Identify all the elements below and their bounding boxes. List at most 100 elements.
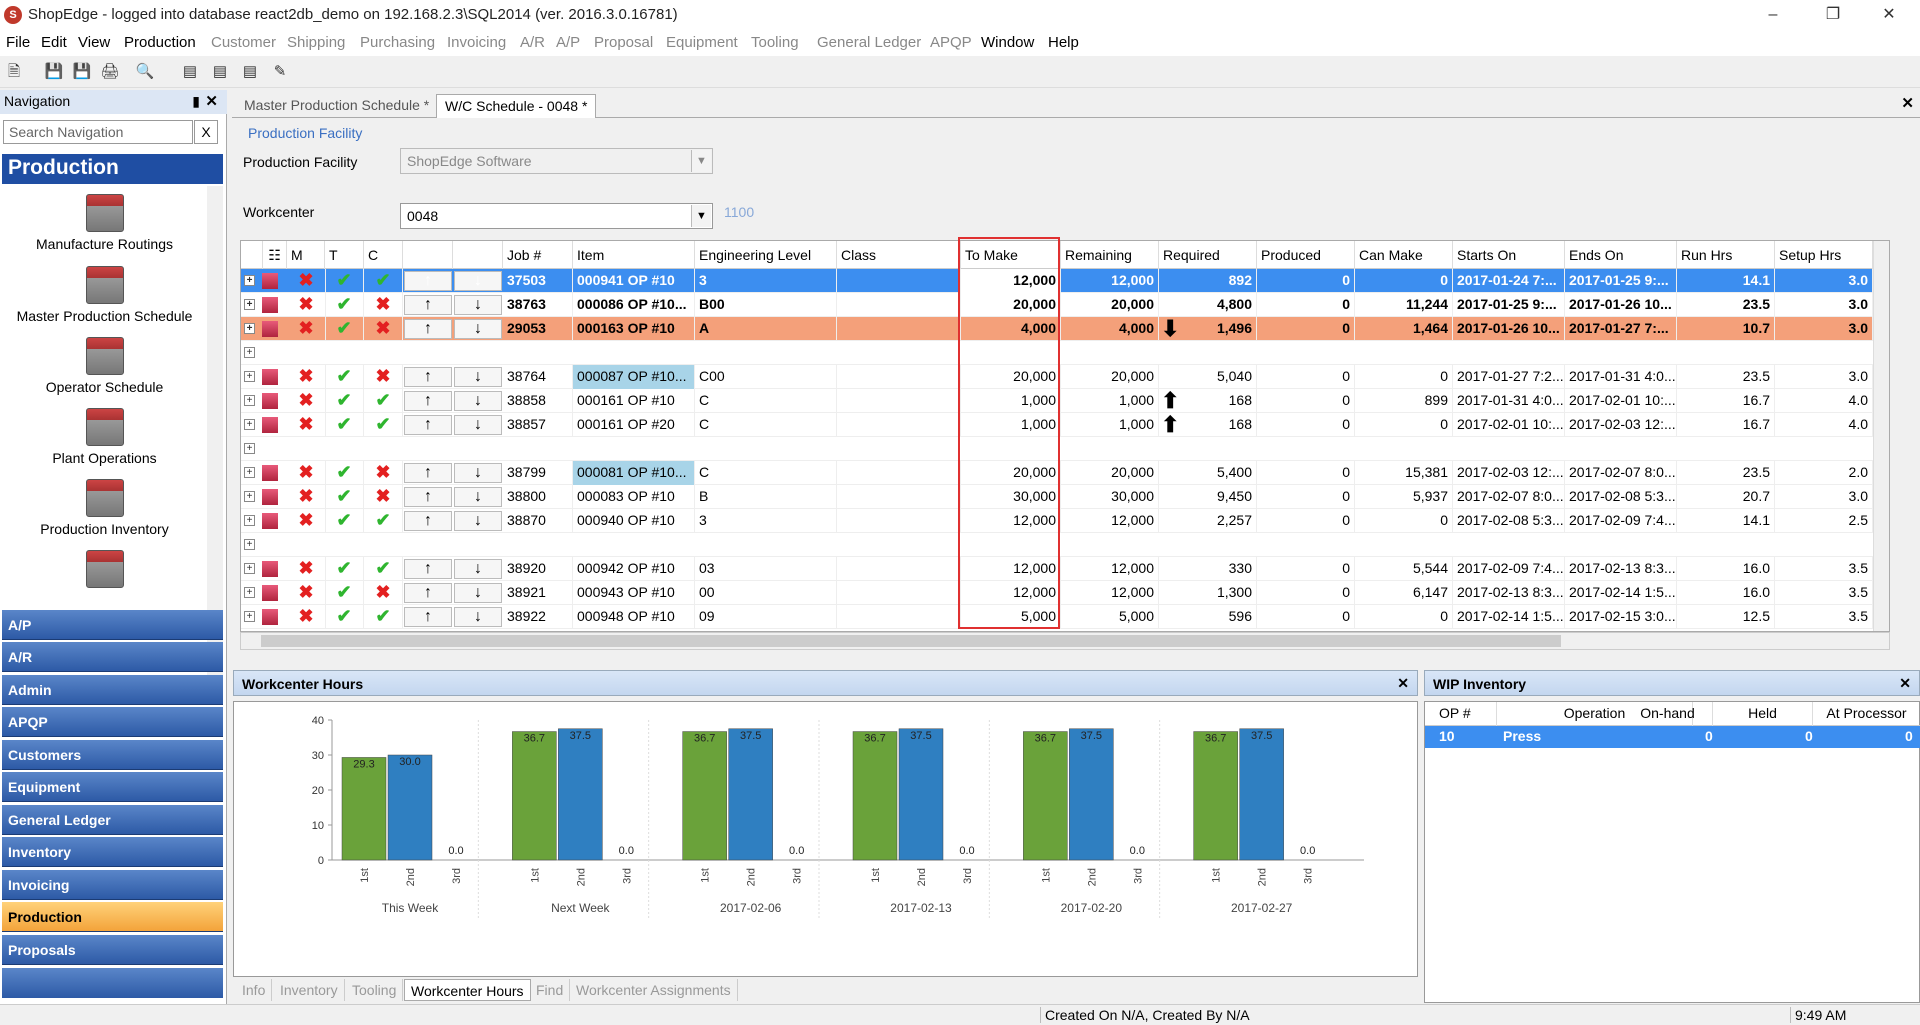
cell-job[interactable]: 38799 (503, 461, 573, 485)
nav-item-operator-schedule[interactable]: Operator Schedule (2, 337, 207, 395)
move-up-button[interactable]: ↑ (404, 319, 452, 339)
m-x-icon[interactable]: ✖ (287, 269, 326, 293)
nav-button-inventory[interactable]: Inventory (2, 837, 223, 867)
table-row[interactable]: + ✖ ✔ ✖ ↑ ↓ 38921 000943 OP #10 00 12,000 12,000 1,… (241, 581, 1889, 605)
nav-button-proposals[interactable]: Proposals (2, 935, 223, 965)
expand-icon[interactable]: + (244, 587, 255, 598)
header-setup-hrs[interactable]: Setup Hrs (1775, 241, 1873, 269)
m-x-icon[interactable]: ✖ (287, 293, 326, 317)
m-x-icon[interactable]: ✖ (287, 605, 326, 629)
header-run-hrs[interactable]: Run Hrs (1677, 241, 1775, 269)
cell-item[interactable]: 000943 OP #10 (573, 581, 695, 605)
minimize-button[interactable]: – (1750, 2, 1796, 28)
pin-icon[interactable]: ▮ (192, 93, 200, 110)
m-x-icon[interactable]: ✖ (287, 365, 326, 389)
print-icon[interactable]: 🖨 (100, 62, 120, 82)
cell-engineering-level[interactable]: C (695, 461, 837, 485)
cell-class[interactable] (837, 389, 961, 413)
cell-remaining[interactable]: 12,000 (1061, 581, 1159, 605)
cell-ends-on[interactable]: 2017-02-08 5:3... (1565, 485, 1677, 509)
header-required[interactable]: Required (1159, 241, 1257, 269)
header-starts-on[interactable]: Starts On (1453, 241, 1565, 269)
cell-required[interactable]: 1,496 (1181, 317, 1257, 341)
expand-icon[interactable]: + (244, 275, 255, 286)
nav-item-production-inventory[interactable]: Production Inventory (2, 479, 207, 537)
cell-can-make[interactable]: 0 (1355, 365, 1453, 389)
cell-item[interactable]: 000948 OP #10 (573, 605, 695, 629)
nav-button-invoicing[interactable]: Invoicing (2, 870, 223, 900)
cell-starts-on[interactable]: 2017-02-09 7:4... (1453, 557, 1565, 581)
cell-item[interactable]: 000161 OP #20 (573, 413, 695, 437)
cell-run-hrs[interactable]: 14.1 (1677, 269, 1775, 293)
t-check-icon[interactable]: ✔ (325, 605, 364, 629)
c-x-icon[interactable]: ✖ (364, 581, 403, 605)
nav-item-master-production-schedule[interactable]: Master Production Schedule (2, 266, 207, 324)
cell-class[interactable] (837, 605, 961, 629)
cell-class[interactable] (837, 509, 961, 533)
cell-remaining[interactable]: 1,000 (1061, 413, 1159, 437)
header-ends-on[interactable]: Ends On (1565, 241, 1677, 269)
menu-view[interactable]: View (78, 34, 110, 51)
cell-can-make[interactable]: 899 (1355, 389, 1453, 413)
cell-setup-hrs[interactable]: 2.5 (1775, 509, 1873, 533)
cell-engineering-level[interactable]: C (695, 389, 837, 413)
menu-shipping[interactable]: Shipping (287, 34, 345, 51)
cell-ends-on[interactable]: 2017-01-31 4:0... (1565, 365, 1677, 389)
tab-workcenter-assignments[interactable]: Workcenter Assignments (570, 979, 738, 1001)
cell-required[interactable]: 9,450 (1181, 485, 1257, 509)
cell-ends-on[interactable]: 2017-01-27 7:... (1565, 317, 1677, 341)
c-check-icon[interactable]: ✔ (364, 389, 403, 413)
cell-class[interactable] (837, 269, 961, 293)
tab-find[interactable]: Find (530, 979, 571, 1001)
cell-job[interactable]: 38800 (503, 485, 573, 509)
table-row[interactable]: + ✖ ✔ ✔ ↑ ↓ 38920 000942 OP #10 03 12,000 12,000 33… (241, 557, 1889, 581)
table-row[interactable]: + ✖ ✔ ✖ ↑ ↓ 38763 000086 OP #10... B00 20,000 20,0… (241, 293, 1889, 317)
cell-job[interactable]: 38870 (503, 509, 573, 533)
m-x-icon[interactable]: ✖ (287, 509, 326, 533)
cell-can-make[interactable]: 6,147 (1355, 581, 1453, 605)
cell-starts-on[interactable]: 2017-01-31 4:0... (1453, 389, 1565, 413)
header-c[interactable]: C (364, 241, 403, 269)
m-x-icon[interactable]: ✖ (287, 389, 326, 413)
tab-info[interactable]: Info (236, 979, 273, 1001)
menu-window[interactable]: Window (981, 34, 1034, 51)
menu-file[interactable]: File (6, 34, 30, 51)
cell-job[interactable]: 38921 (503, 581, 573, 605)
c-x-icon[interactable]: ✖ (364, 317, 403, 341)
close-window-button[interactable]: ✕ (1866, 2, 1912, 28)
menu-purchasing[interactable]: Purchasing (360, 34, 435, 51)
cell-class[interactable] (837, 317, 961, 341)
header-t[interactable]: T (325, 241, 364, 269)
cell-job[interactable]: 37503 (503, 269, 573, 293)
cell-ends-on[interactable]: 2017-01-26 10... (1565, 293, 1677, 317)
cell-engineering-level[interactable]: 3 (695, 509, 837, 533)
cell-item[interactable]: 000161 OP #10 (573, 389, 695, 413)
menu-tooling[interactable]: Tooling (751, 34, 799, 51)
cell-produced[interactable]: 0 (1257, 461, 1355, 485)
header-job[interactable]: Job # (503, 241, 573, 269)
move-down-button[interactable]: ↓ (454, 607, 502, 627)
c-check-icon[interactable]: ✔ (364, 269, 403, 293)
cell-ends-on[interactable]: 2017-01-25 9:... (1565, 269, 1677, 293)
tab-master-production-schedule[interactable]: Master Production Schedule * (236, 94, 437, 118)
expand-icon[interactable]: + (244, 539, 255, 550)
cell-remaining[interactable]: 12,000 (1061, 509, 1159, 533)
m-x-icon[interactable]: ✖ (287, 485, 326, 509)
nav-button-ar[interactable]: A/R (2, 642, 223, 672)
cell-starts-on[interactable]: 2017-01-25 9:... (1453, 293, 1565, 317)
menu-invoicing[interactable]: Invoicing (447, 34, 506, 51)
cell-run-hrs[interactable]: 14.1 (1677, 509, 1775, 533)
move-up-button[interactable]: ↑ (404, 367, 452, 387)
cell-run-hrs[interactable]: 23.5 (1677, 293, 1775, 317)
cell-required[interactable]: 4,800 (1181, 293, 1257, 317)
t-check-icon[interactable]: ✔ (325, 365, 364, 389)
menu-proposal[interactable]: Proposal (594, 34, 653, 51)
move-up-button[interactable]: ↑ (404, 271, 452, 291)
tab-wc-schedule[interactable]: W/C Schedule - 0048 * (436, 94, 597, 118)
tab-inventory[interactable]: Inventory (274, 979, 345, 1001)
move-down-button[interactable]: ↓ (454, 487, 502, 507)
move-down-button[interactable]: ↓ (454, 415, 502, 435)
move-up-button[interactable]: ↑ (404, 607, 452, 627)
menu-edit[interactable]: Edit (41, 34, 67, 51)
cell-run-hrs[interactable]: 10.7 (1677, 317, 1775, 341)
